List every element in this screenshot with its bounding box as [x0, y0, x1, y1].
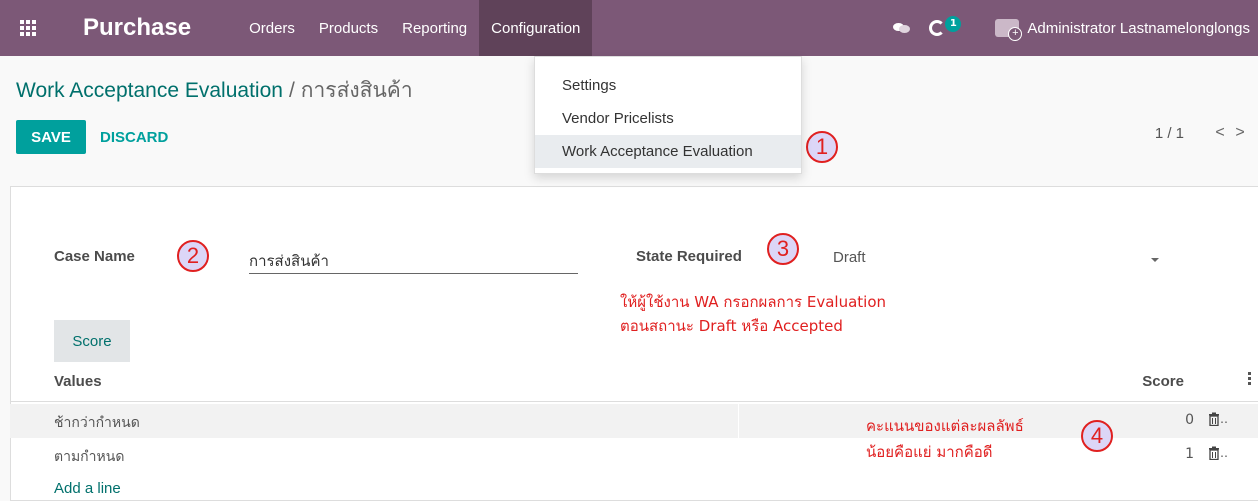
annotation-marker-3: 3: [767, 233, 799, 265]
score-note: คะแนนของแต่ละผลลัพธ์ น้อยคือแย่ มากคือดี: [866, 416, 1024, 462]
menu-orders[interactable]: Orders: [237, 0, 307, 56]
case-name-input[interactable]: การส่งสินค้า: [249, 246, 578, 274]
state-note-line-2: ตอนสถานะ Draft หรือ Accepted: [620, 317, 843, 335]
user-menu[interactable]: Administrator Lastnamelonglongs: [995, 19, 1250, 41]
row-score: 0: [1185, 412, 1194, 428]
state-note-line-1: ให้ผู้ใช้งาน WA กรอกผลการ Evaluation: [620, 293, 887, 311]
row-value: ช้ากว่ากำหนด: [54, 415, 140, 431]
score-note-line-1: คะแนนของแต่ละผลลัพธ์: [866, 417, 1024, 435]
dropdown-item-settings[interactable]: Settings: [535, 69, 801, 102]
annotation-marker-1: 1: [806, 131, 838, 163]
pager-value[interactable]: 1 / 1: [1155, 125, 1184, 142]
ellipsis-icon: …: [1216, 412, 1228, 426]
annotation-marker-4: 4: [1081, 420, 1113, 452]
state-required-label: State Required: [636, 248, 742, 265]
column-options-icon[interactable]: [1248, 372, 1252, 387]
activity-badge: 1: [945, 16, 962, 32]
company-avatar-icon: [995, 19, 1023, 41]
row-value: ตามกำหนด: [54, 449, 125, 465]
add-line-link[interactable]: Add a line: [54, 480, 121, 497]
activity-menu[interactable]: 1: [929, 16, 962, 36]
dropdown-item-work-acceptance-evaluation[interactable]: Work Acceptance Evaluation: [535, 135, 801, 168]
column-score[interactable]: Score: [1142, 373, 1184, 390]
ellipsis-icon: …: [1216, 446, 1228, 460]
case-name-label: Case Name: [54, 248, 135, 265]
chat-icon[interactable]: [893, 21, 911, 35]
pager-next-icon[interactable]: >: [1230, 124, 1250, 142]
breadcrumb-current: การส่งสินค้า: [300, 79, 413, 102]
pager-prev-icon[interactable]: <: [1210, 124, 1230, 142]
table-header: Values Score: [10, 362, 1258, 402]
breadcrumb-parent[interactable]: Work Acceptance Evaluation: [16, 79, 283, 102]
annotation-marker-2: 2: [177, 240, 209, 272]
table-row[interactable]: ตามกำหนด 1 …: [10, 438, 1258, 472]
save-button[interactable]: SAVE: [16, 120, 86, 154]
configuration-dropdown: Settings Vendor Pricelists Work Acceptan…: [534, 56, 802, 174]
dropdown-item-vendor-pricelists[interactable]: Vendor Pricelists: [535, 102, 801, 135]
clock-icon: [929, 20, 946, 36]
column-values[interactable]: Values: [54, 373, 102, 390]
breadcrumb: Work Acceptance Evaluation / การส่งสินค้า: [16, 74, 413, 107]
menu-products[interactable]: Products: [307, 0, 390, 56]
discard-button[interactable]: DISCARD: [100, 120, 168, 154]
apps-menu-icon[interactable]: [6, 0, 50, 56]
menu-configuration[interactable]: Configuration: [479, 0, 593, 56]
app-brand[interactable]: Purchase: [83, 14, 191, 42]
row-score: 1: [1185, 446, 1194, 462]
menu-reporting[interactable]: Reporting: [390, 0, 479, 56]
state-note: ให้ผู้ใช้งาน WA กรอกผลการ Evaluation ตอน…: [620, 292, 886, 336]
state-required-value: Draft: [833, 249, 866, 266]
state-required-select[interactable]: Draft: [833, 246, 1163, 274]
pager: 1 / 1 < >: [1155, 124, 1250, 142]
table-row[interactable]: ช้ากว่ากำหนด 0 …: [10, 404, 1258, 438]
caret-down-icon: [1151, 258, 1159, 262]
tab-score[interactable]: Score: [54, 320, 130, 362]
score-note-line-2: น้อยคือแย่ มากคือดี: [866, 443, 993, 461]
top-navbar: Purchase Orders Products Reporting Confi…: [0, 0, 1258, 56]
user-name: Administrator Lastnamelonglongs: [1027, 19, 1250, 37]
breadcrumb-separator: /: [288, 79, 295, 102]
